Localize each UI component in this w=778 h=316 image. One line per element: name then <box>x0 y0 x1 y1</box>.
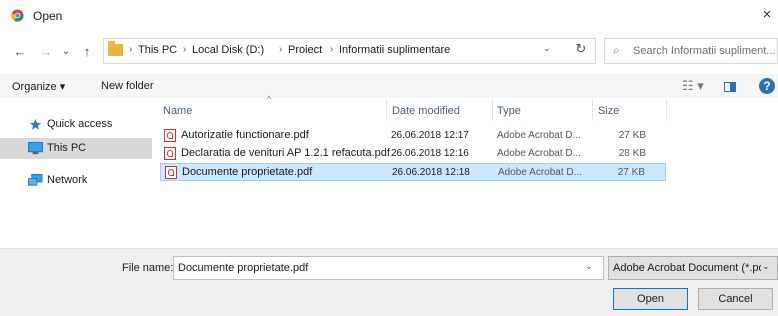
forward-arrow-icon[interactable]: → <box>38 43 54 61</box>
sidebar-item-network[interactable]: Network <box>0 170 152 191</box>
file-date: 26.06.2018 12:16 <box>391 148 469 159</box>
column-header-date-modified[interactable]: Date modified <box>392 105 460 117</box>
column-divider[interactable] <box>592 99 593 121</box>
sidebar-item-quick-access[interactable]: Quick access <box>0 114 152 135</box>
new-folder-button[interactable]: New folder <box>101 80 154 92</box>
column-header-size[interactable]: Size <box>598 105 619 117</box>
close-button[interactable]: × <box>757 5 777 25</box>
breadcrumb-separator: › <box>279 44 283 55</box>
file-name-value: Documente proprietate.pdf <box>178 262 309 274</box>
file-row-selected[interactable]: Documente proprietate.pdf 26.06.2018 12:… <box>160 163 666 181</box>
sidebar-item-label: Quick access <box>47 118 113 130</box>
recent-locations-icon[interactable]: ⌄ <box>60 43 72 61</box>
file-type: Adobe Acrobat D... <box>498 167 582 178</box>
breadcrumb-informatii-suplimentare[interactable]: Informatii suplimentare <box>339 44 450 56</box>
search-icon: ⌕ <box>613 43 620 57</box>
file-name: Declaratia de venituri AP 1.2.1 refacuta… <box>181 147 390 159</box>
help-icon[interactable]: ? <box>759 78 775 94</box>
breadcrumb-separator: › <box>129 44 133 55</box>
sort-ascending-icon: ^ <box>267 94 272 104</box>
refresh-icon[interactable]: ↻ <box>571 41 591 57</box>
back-arrow-icon[interactable]: ← <box>12 43 28 61</box>
sidebar-item-label: This PC <box>47 142 87 154</box>
search-placeholder: Search Informatii supliment... <box>633 45 776 57</box>
pdf-file-icon <box>164 129 176 142</box>
column-header-name[interactable]: Name <box>163 105 192 117</box>
file-type: Adobe Acrobat D... <box>497 148 581 159</box>
sidebar-item-this-pc[interactable]: This PC <box>0 138 152 159</box>
view-options-icon[interactable]: ☷ ▾ <box>682 78 704 94</box>
star-icon <box>29 118 42 130</box>
column-header-type[interactable]: Type <box>497 105 521 117</box>
title-bar <box>0 0 778 30</box>
file-name: Documente proprietate.pdf <box>182 166 313 178</box>
chrome-icon <box>11 9 24 22</box>
file-size: 28 KB <box>618 148 646 159</box>
file-type: Adobe Acrobat D... <box>497 130 581 141</box>
cancel-button[interactable]: Cancel <box>698 288 773 310</box>
monitor-icon <box>28 142 43 155</box>
chevron-down-icon[interactable]: ⌄ <box>543 43 551 54</box>
pdf-file-icon <box>164 147 176 160</box>
sidebar-item-label: Network <box>47 174 88 186</box>
network-icon <box>28 174 43 186</box>
breadcrumb-local-disk[interactable]: Local Disk (D:) <box>192 44 264 56</box>
organize-menu-button[interactable]: Organize ▾ <box>12 80 65 93</box>
breadcrumb-separator: › <box>183 44 187 55</box>
breadcrumb-proiect[interactable]: Proiect <box>288 44 322 56</box>
chevron-down-icon[interactable]: ⌄ <box>585 261 593 272</box>
window-title: Open <box>33 9 63 23</box>
pdf-file-icon <box>165 166 177 179</box>
breadcrumb-separator: › <box>330 44 334 55</box>
column-divider[interactable] <box>492 99 493 121</box>
column-divider[interactable] <box>666 99 667 121</box>
up-arrow-icon[interactable]: ↑ <box>79 43 95 61</box>
file-size: 27 KB <box>617 167 645 178</box>
breadcrumb-this-pc[interactable]: This PC <box>138 44 177 56</box>
chevron-down-icon[interactable]: ⌄ <box>762 261 770 272</box>
file-name-label: File name: <box>122 262 174 274</box>
preview-pane-icon[interactable] <box>724 82 736 92</box>
open-button[interactable]: Open <box>613 288 688 310</box>
file-row[interactable]: Declaratia de venituri AP 1.2.1 refacuta… <box>160 145 666 163</box>
file-date: 26.06.2018 12:18 <box>392 167 470 178</box>
folder-icon <box>108 41 123 56</box>
file-row[interactable]: Autorizatie functionare.pdf 26.06.2018 1… <box>160 127 666 145</box>
file-type-filter-value: Adobe Acrobat Document (*.pdf) <box>613 262 761 274</box>
file-name: Autorizatie functionare.pdf <box>181 129 309 141</box>
file-list-header <box>152 98 778 123</box>
column-divider[interactable] <box>386 99 387 121</box>
file-date: 26.06.2018 12:17 <box>391 130 469 141</box>
file-size: 27 KB <box>618 130 646 141</box>
